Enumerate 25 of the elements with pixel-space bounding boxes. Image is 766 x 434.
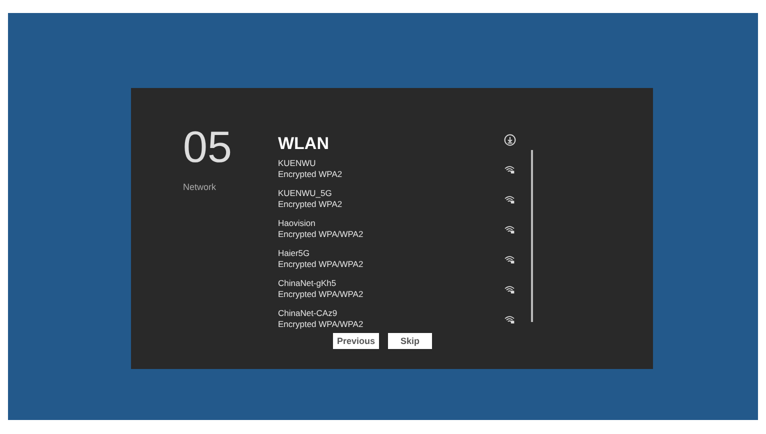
download-icon[interactable]	[504, 134, 516, 146]
network-security: Encrypted WPA/WPA2	[278, 289, 364, 300]
network-name[interactable]: KUENWU	[278, 158, 342, 169]
step-label: Network	[183, 182, 216, 192]
network-security: Encrypted WPA/WPA2	[278, 319, 364, 330]
wlan-title: WLAN	[278, 134, 329, 154]
network-name[interactable]: ChinaNet-CAz9	[278, 308, 364, 319]
wifi-lock-icon	[504, 224, 515, 234]
network-name[interactable]: Haovision	[278, 218, 364, 229]
wifi-lock-icon	[504, 194, 515, 204]
network-name[interactable]: Haier5G	[278, 248, 364, 259]
scrollbar[interactable]	[531, 150, 533, 322]
network-security: Encrypted WPA2	[278, 199, 342, 210]
network-name[interactable]: ChinaNet-gKh5	[278, 278, 364, 289]
wifi-lock-icon	[504, 164, 515, 174]
wizard-button[interactable]: Previous	[333, 333, 380, 349]
wizard-button[interactable]: Skip	[388, 333, 432, 349]
wifi-lock-icon	[504, 284, 515, 294]
step-number: 05	[183, 126, 232, 170]
wifi-lock-icon	[504, 254, 515, 264]
wifi-lock-icon	[504, 314, 515, 324]
network-name[interactable]: KUENWU_5G	[278, 188, 342, 199]
network-security: Encrypted WPA/WPA2	[278, 229, 364, 240]
network-security: Encrypted WPA/WPA2	[278, 259, 364, 270]
network-security: Encrypted WPA2	[278, 169, 342, 180]
